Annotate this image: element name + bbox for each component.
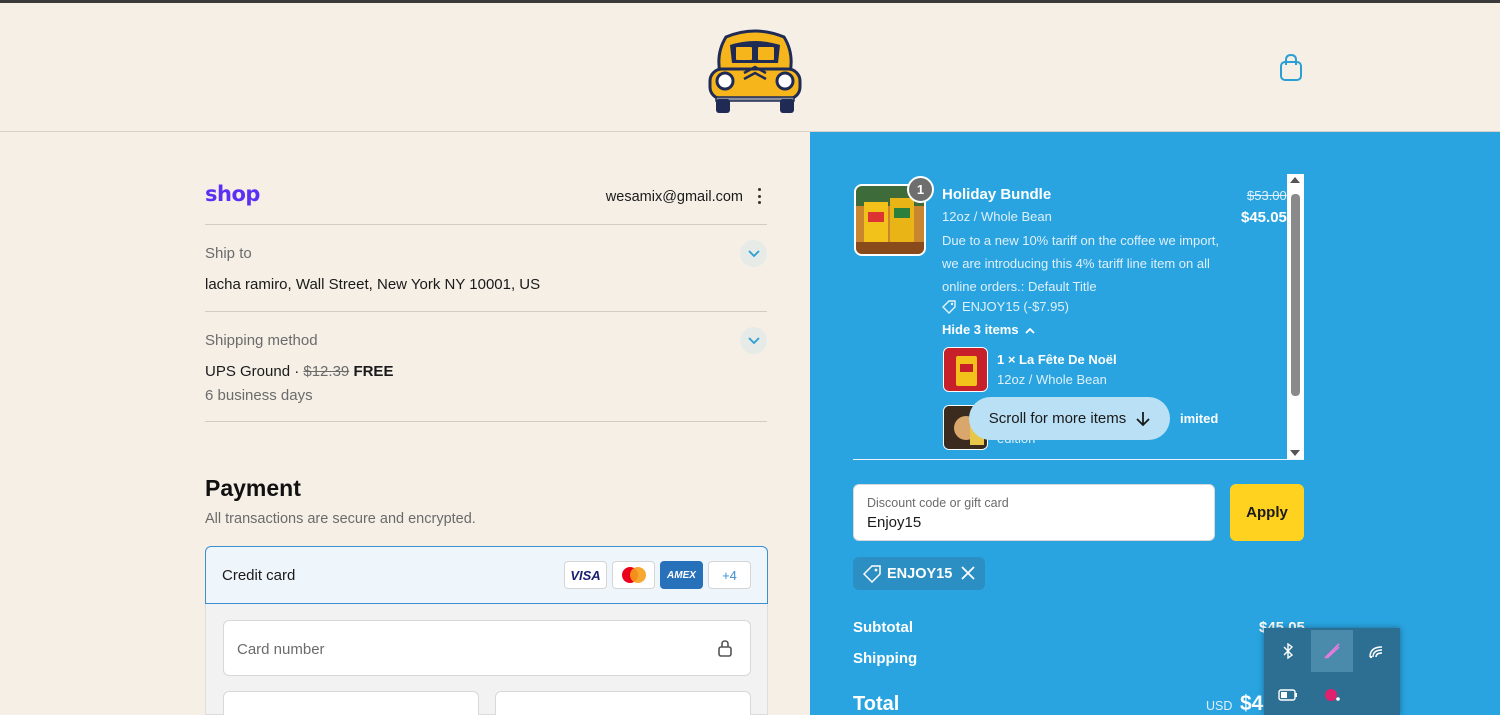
shopping-bag-icon[interactable] xyxy=(1278,53,1304,83)
ship-to-label: Ship to xyxy=(205,245,252,262)
more-cards-badge: +4 xyxy=(708,561,751,589)
wifi-icon xyxy=(1369,646,1383,659)
scroll-for-more-button[interactable]: Scroll for more items xyxy=(969,397,1170,440)
scroll-up-arrow-icon[interactable] xyxy=(1290,177,1300,183)
pen-button[interactable] xyxy=(1311,630,1353,672)
chevron-down-icon xyxy=(747,249,760,257)
record-button[interactable] xyxy=(1311,674,1353,715)
bundle-item-image xyxy=(943,347,988,392)
arrow-down-icon xyxy=(1136,411,1150,426)
discount-code-field[interactable]: Discount code or gift card Enjoy15 xyxy=(853,484,1215,541)
shipping-original-price: $12.39 xyxy=(303,363,350,380)
shipping-eta: 6 business days xyxy=(205,387,313,404)
shipping-method-label: Shipping method xyxy=(205,332,318,349)
apply-discount-button[interactable]: Apply xyxy=(1230,484,1304,541)
credit-card-option[interactable]: Credit card VISA AMEX +4 xyxy=(205,546,768,604)
bundle-item-title: imited xyxy=(1180,411,1219,426)
amex-icon: AMEX xyxy=(660,561,703,589)
divider xyxy=(205,421,767,422)
item-title: Holiday Bundle xyxy=(942,186,1052,203)
applied-discount-code: ENJOY15 xyxy=(887,565,953,582)
item-variant: 12oz / Whole Bean xyxy=(942,209,1052,224)
account-menu-icon[interactable] xyxy=(752,186,766,206)
scroll-down-arrow-icon[interactable] xyxy=(1290,450,1300,456)
hide-items-label: Hide 3 items xyxy=(942,322,1019,337)
security-code-field[interactable] xyxy=(495,691,751,715)
discount-code-value: Enjoy15 xyxy=(867,514,922,531)
shop-pay-logo[interactable]: shop xyxy=(205,182,260,206)
lock-icon xyxy=(718,640,732,657)
total-value: $4 xyxy=(1240,692,1264,715)
item-original-price: $53.00 xyxy=(1247,188,1287,203)
bundle-item-variant: 12oz / Whole Bean xyxy=(997,372,1107,387)
vintage-car-logo[interactable] xyxy=(706,23,804,115)
divider xyxy=(205,311,767,312)
subtotal-label: Subtotal xyxy=(853,619,913,636)
item-quantity-badge: 1 xyxy=(907,176,934,203)
payment-subtitle: All transactions are secure and encrypte… xyxy=(205,511,476,527)
total-label: Total xyxy=(853,693,900,715)
wifi-button[interactable] xyxy=(1356,630,1398,672)
ship-to-expand-button[interactable] xyxy=(740,240,767,267)
bluetooth-icon xyxy=(1283,643,1294,659)
card-brand-list: VISA AMEX +4 xyxy=(564,561,751,589)
shipping-method-value: UPS Ground · $12.39 FREE xyxy=(205,363,393,380)
chevron-down-icon xyxy=(747,336,760,344)
chevron-up-icon xyxy=(1025,327,1035,334)
payment-title: Payment xyxy=(205,475,301,501)
battery-icon xyxy=(1278,689,1297,701)
item-discount-text: ENJOY15 (-$7.95) xyxy=(962,299,1069,314)
divider xyxy=(205,224,767,225)
record-icon xyxy=(1325,689,1340,701)
card-number-placeholder: Card number xyxy=(237,641,325,658)
mastercard-icon xyxy=(612,561,655,589)
scrollbar-thumb[interactable] xyxy=(1291,194,1300,396)
ship-to-address: lacha ramiro, Wall Street, New York NY 1… xyxy=(205,276,541,293)
item-discount: ENJOY15 (-$7.95) xyxy=(942,299,1069,314)
item-tariff-note: Due to a new 10% tariff on the coffee we… xyxy=(942,233,1220,294)
card-number-field[interactable]: Card number xyxy=(223,620,751,676)
shipping-method-expand-button[interactable] xyxy=(740,327,767,354)
pen-icon xyxy=(1324,643,1340,659)
battery-button[interactable] xyxy=(1267,674,1309,715)
expiration-date-field[interactable] xyxy=(223,691,479,715)
divider xyxy=(853,459,1304,460)
shipping-label: Shipping xyxy=(853,650,918,667)
account-email: wesamix@gmail.com xyxy=(605,189,743,205)
tag-icon xyxy=(942,299,956,314)
shipping-carrier: UPS Ground · xyxy=(205,363,304,380)
credit-card-label: Credit card xyxy=(222,567,296,584)
store-header xyxy=(0,3,1500,132)
scroll-hint-label: Scroll for more items xyxy=(988,410,1127,427)
discount-code-label: Discount code or gift card xyxy=(867,496,1009,510)
remove-discount-icon[interactable] xyxy=(960,565,976,581)
system-tray-flyout xyxy=(1264,628,1400,715)
item-price: $45.05 xyxy=(1241,209,1287,226)
shipping-price: FREE xyxy=(353,363,394,380)
bluetooth-button[interactable] xyxy=(1267,630,1309,672)
credit-card-fields: Card number xyxy=(205,604,768,715)
items-scrollbar[interactable] xyxy=(1287,174,1304,460)
visa-icon: VISA xyxy=(564,561,607,589)
tag-icon xyxy=(863,564,881,583)
bundle-item-title: 1 × La Fête De Noël xyxy=(997,352,1117,367)
total-currency: USD xyxy=(1206,699,1233,713)
hide-items-toggle[interactable]: Hide 3 items xyxy=(942,322,1035,337)
